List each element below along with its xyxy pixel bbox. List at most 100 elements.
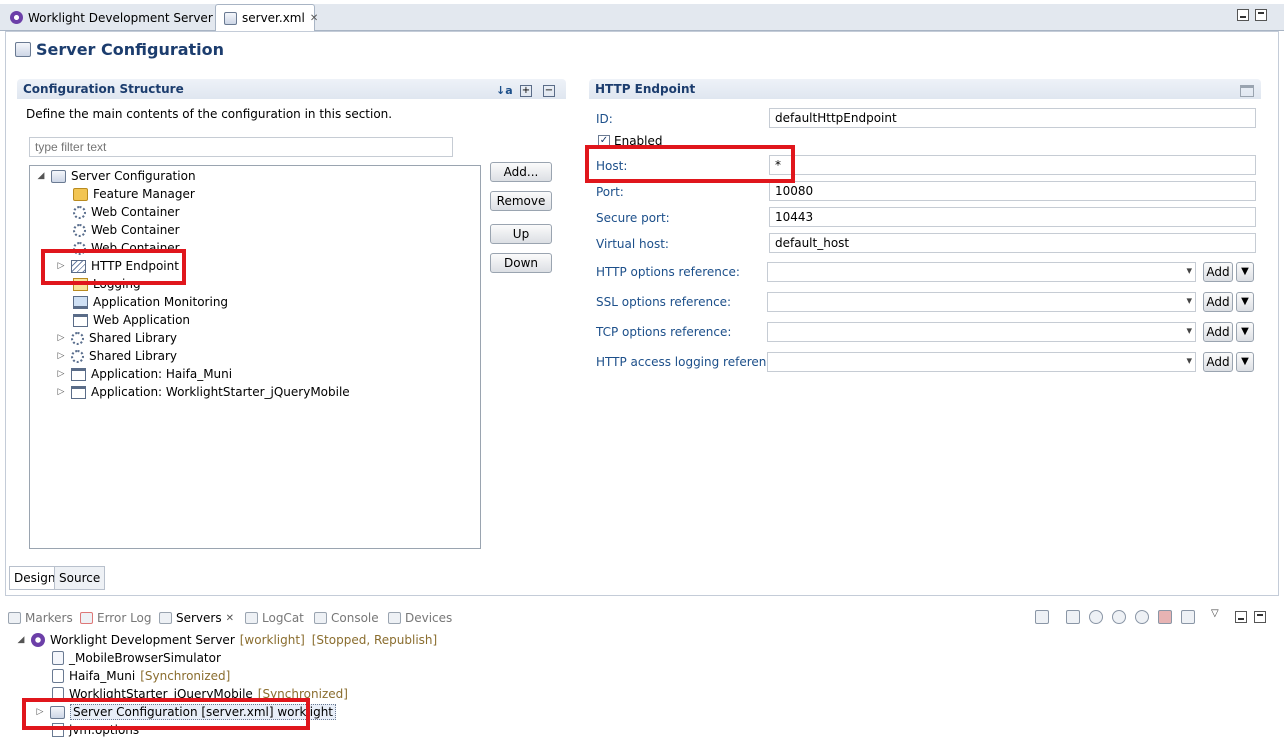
tree-node[interactable]: ◢ Server Configuration — [36, 167, 196, 185]
http-access-label: HTTP access logging reference: — [596, 355, 785, 369]
tree-node[interactable]: Web Container — [73, 203, 180, 221]
tree-node[interactable]: ▷ Application: Haifa_Muni — [56, 365, 233, 383]
markers-icon — [8, 612, 21, 624]
ssl-options-select[interactable] — [767, 292, 1196, 312]
tree-node-label: Server Configuration — [71, 169, 196, 183]
sort-icon[interactable]: ↓a — [496, 84, 513, 97]
ssl-options-add-button[interactable]: Add — [1203, 292, 1233, 312]
maximize-icon[interactable] — [1254, 611, 1266, 623]
tree-node[interactable]: Feature Manager — [73, 185, 195, 203]
panel-tab-label: Markers — [25, 611, 73, 625]
tree-node-label: Application Monitoring — [93, 295, 229, 309]
tree-node[interactable]: Web Application — [73, 311, 190, 329]
http-access-add-button[interactable]: Add — [1203, 352, 1233, 372]
expand-arrow-icon[interactable]: ▷ — [56, 387, 66, 397]
filter-input[interactable] — [29, 137, 453, 157]
server-row[interactable]: ◢ Worklight Development Server [workligh… — [16, 631, 437, 649]
collapse-all-icon[interactable]: − — [543, 85, 555, 97]
collapse-arrow-icon[interactable]: ◢ — [16, 635, 26, 645]
http-access-dropdown-icon[interactable]: ▼ — [1236, 352, 1254, 372]
profile-icon[interactable] — [1135, 610, 1149, 624]
expand-all-icon[interactable]: + — [520, 85, 532, 97]
tab-design[interactable]: Design — [9, 566, 61, 590]
tab-console[interactable]: Console — [314, 608, 379, 628]
minimize-icon[interactable] — [1237, 9, 1249, 21]
down-button[interactable]: Down — [490, 253, 552, 273]
configuration-tree[interactable]: ◢ Server Configuration Feature Manager W… — [29, 165, 481, 549]
id-label: ID: — [596, 112, 613, 126]
tree-node-label: Web Application — [93, 313, 191, 327]
http-options-dropdown-icon[interactable]: ▼ — [1236, 262, 1254, 282]
collapse-all-icon[interactable] — [1035, 610, 1049, 624]
application-icon — [52, 669, 64, 683]
secure-port-field[interactable]: 10443 — [769, 207, 1256, 227]
tree-node[interactable]: Application Monitoring — [73, 293, 228, 311]
tab-devices[interactable]: Devices — [388, 608, 452, 628]
http-options-select[interactable] — [767, 262, 1196, 282]
ssl-options-dropdown-icon[interactable]: ▼ — [1236, 292, 1254, 312]
id-field[interactable]: defaultHttpEndpoint — [769, 108, 1256, 128]
http-options-label: HTTP options reference: — [596, 265, 740, 279]
page-title: Server Configuration — [36, 40, 225, 59]
tree-node-label: Shared Library — [89, 349, 178, 363]
add-button[interactable]: Add... — [490, 162, 552, 182]
close-icon[interactable]: ✕ — [226, 613, 234, 624]
tree-node-label: Application: Haifa_Muni — [91, 367, 233, 381]
expand-arrow-icon[interactable]: ▷ — [56, 351, 66, 361]
tab-worklight-server[interactable]: Worklight Development Server — [2, 4, 213, 31]
close-icon[interactable]: ✕ — [310, 13, 318, 24]
endpoint-title: HTTP Endpoint — [595, 82, 696, 96]
server-debug-icon[interactable] — [1066, 610, 1080, 624]
http-options-add-button[interactable]: Add — [1203, 262, 1233, 282]
highlight-server-config — [22, 698, 310, 730]
panel-tab-label: Servers — [176, 611, 222, 625]
stop-server-icon[interactable] — [1158, 610, 1172, 624]
tcp-options-label: TCP options reference: — [596, 325, 732, 339]
tree-node[interactable]: ▷ Shared Library — [56, 347, 178, 365]
server-name: Worklight Development Server — [50, 633, 235, 647]
expand-arrow-icon[interactable]: ▷ — [56, 369, 66, 379]
tab-logcat[interactable]: LogCat — [245, 608, 304, 628]
publish-icon[interactable] — [1181, 610, 1195, 624]
server-child-row[interactable]: _MobileBrowserSimulator — [52, 649, 221, 667]
server-config-icon — [51, 169, 66, 183]
remove-button[interactable]: Remove — [490, 191, 552, 211]
tab-servers[interactable]: Servers ✕ — [159, 608, 234, 628]
virtual-host-field[interactable]: default_host — [769, 233, 1256, 253]
tab-source[interactable]: Source — [54, 566, 106, 590]
http-access-select[interactable] — [767, 352, 1196, 372]
server-child-row[interactable]: Haifa_Muni [Synchronized] — [52, 667, 230, 685]
tab-label: server.xml — [242, 11, 305, 25]
server-tag: [worklight] — [239, 633, 305, 647]
tree-node[interactable]: ▷ Shared Library — [56, 329, 178, 347]
panel-tab-label: LogCat — [262, 611, 304, 625]
port-field[interactable]: 10080 — [769, 181, 1256, 201]
restore-section-icon[interactable] — [1240, 85, 1254, 97]
structure-title: Configuration Structure — [23, 82, 184, 96]
server-child-label: Haifa_Muni — [69, 669, 136, 683]
server-xml-icon — [224, 11, 237, 25]
worklight-server-icon — [10, 11, 23, 24]
host-field[interactable]: * — [769, 155, 1256, 175]
view-menu-icon[interactable]: ▽ — [1211, 608, 1219, 619]
sync-status: [Synchronized] — [140, 669, 231, 683]
tree-node[interactable]: Web Container — [73, 221, 180, 239]
tab-markers[interactable]: Markers — [8, 608, 73, 628]
tcp-options-select[interactable] — [767, 322, 1196, 342]
maximize-icon[interactable] — [1255, 9, 1267, 21]
feature-manager-icon — [73, 187, 88, 201]
start-server-icon[interactable] — [1112, 610, 1126, 624]
collapse-arrow-icon[interactable]: ◢ — [36, 171, 46, 181]
tcp-options-dropdown-icon[interactable]: ▼ — [1236, 322, 1254, 342]
expand-arrow-icon[interactable]: ▷ — [56, 333, 66, 343]
structure-description: Define the main contents of the configur… — [26, 107, 393, 121]
tree-node[interactable]: ▷ Application: WorklightStarter_jQueryMo… — [56, 383, 350, 401]
tab-server-xml[interactable]: server.xml ✕ — [215, 4, 318, 31]
up-button[interactable]: Up — [490, 224, 552, 244]
tab-error-log[interactable]: Error Log — [80, 608, 152, 628]
window-icon — [71, 385, 86, 399]
tcp-options-add-button[interactable]: Add — [1203, 322, 1233, 342]
debug-icon[interactable] — [1089, 610, 1103, 624]
minimize-icon[interactable] — [1235, 611, 1247, 623]
monitor-icon — [73, 295, 88, 309]
